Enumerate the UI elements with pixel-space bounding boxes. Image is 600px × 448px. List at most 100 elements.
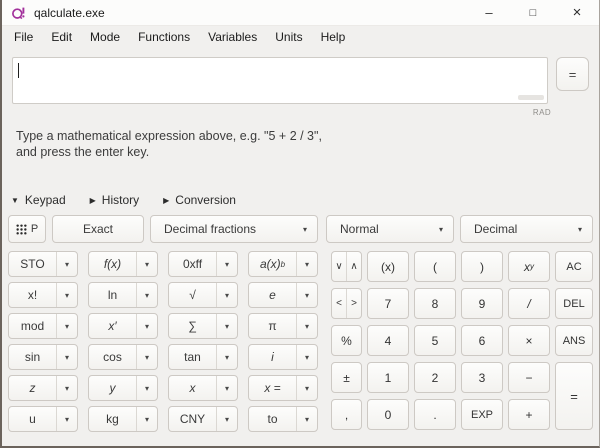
key-convert-to-menu[interactable]: ▾ [296,407,317,431]
key-ans[interactable]: ANS [555,325,593,356]
key-0[interactable]: 0 [367,399,409,430]
key-hex-base-button[interactable]: 0xff [169,252,216,276]
key-unit-u-button[interactable]: u [9,407,56,431]
key-plus[interactable]: + [508,399,550,430]
key-var-y-menu[interactable]: ▾ [136,376,157,400]
key-tan-menu[interactable]: ▾ [216,345,237,369]
key-plus-minus[interactable]: ± [331,362,362,393]
key-x-variable[interactable]: (x) [367,251,409,282]
key-var-x-button[interactable]: x [169,376,216,400]
key-8[interactable]: 8 [414,288,456,319]
key-9[interactable]: 9 [461,288,503,319]
key-var-z-button[interactable]: z [9,376,56,400]
scroll-up-button[interactable]: ∧ [346,252,361,281]
calculate-button[interactable]: = [556,57,589,91]
key-4[interactable]: 4 [367,325,409,356]
key-equals[interactable]: = [555,362,593,430]
menu-item-variables[interactable]: Variables [199,26,266,48]
display-mode-dropdown[interactable]: Normal ▾ [326,215,454,243]
key-function-menu[interactable]: ▾ [136,252,157,276]
key-var-x-menu[interactable]: ▾ [216,376,237,400]
key-exponent-fn-menu[interactable]: ▾ [296,252,317,276]
key-cos-button[interactable]: cos [89,345,136,369]
key-imaginary-button[interactable]: i [249,345,296,369]
menu-item-help[interactable]: Help [312,26,355,48]
expression-input[interactable] [12,57,548,104]
key-exponent-fn-button[interactable]: a(x)b [249,252,296,276]
key-unit-kg-button[interactable]: kg [89,407,136,431]
key-7[interactable]: 7 [367,288,409,319]
key-divide[interactable]: / [508,288,550,319]
key-close-paren[interactable]: ) [461,251,503,282]
exact-mode-button[interactable]: Exact [52,215,144,243]
tab-keypad[interactable]: ▼ Keypad [11,193,66,207]
fraction-mode-dropdown[interactable]: Decimal fractions ▾ [150,215,318,243]
key-e-button[interactable]: e [249,283,296,307]
key-unit-kg-menu[interactable]: ▾ [136,407,157,431]
scroll-down-button[interactable]: ∨ [332,252,346,281]
key-multiply[interactable]: × [508,325,550,356]
cursor-right-button[interactable]: > [346,289,361,318]
key-dot[interactable]: . [414,399,456,430]
key-function-button[interactable]: f(x) [89,252,136,276]
close-button[interactable]: × [555,0,599,25]
key-5[interactable]: 5 [414,325,456,356]
key-sin-button[interactable]: sin [9,345,56,369]
key-solve-button[interactable]: x = [249,376,296,400]
key-sum-menu[interactable]: ▾ [216,314,237,338]
key-1[interactable]: 1 [367,362,409,393]
key-var-z-menu[interactable]: ▾ [56,376,77,400]
key-convert-to-button[interactable]: to [249,407,296,431]
menu-item-functions[interactable]: Functions [129,26,199,48]
key-factorial-menu[interactable]: ▾ [56,283,77,307]
key-del[interactable]: DEL [555,288,593,319]
key-sum-button[interactable]: ∑ [169,314,216,338]
menu-item-file[interactable]: File [5,26,42,48]
key-sto-button[interactable]: STO [9,252,56,276]
key-exp[interactable]: EXP [461,399,503,430]
input-scrollbar[interactable] [518,95,544,100]
key-cos-menu[interactable]: ▾ [136,345,157,369]
key-sqrt-button[interactable]: √ [169,283,216,307]
key-open-paren[interactable]: ( [414,251,456,282]
key-unit-u-menu[interactable]: ▾ [56,407,77,431]
key-comma[interactable]: , [331,399,362,430]
programming-keypad-button[interactable]: P [8,215,46,243]
key-currency-button[interactable]: CNY [169,407,216,431]
key-derivative-button[interactable]: x′ [89,314,136,338]
maximize-button[interactable]: □ [511,0,555,25]
key-percent[interactable]: % [331,325,362,356]
key-var-y-button[interactable]: y [89,376,136,400]
menu-item-edit[interactable]: Edit [42,26,81,48]
key-sto-menu[interactable]: ▾ [56,252,77,276]
tab-conversion[interactable]: ▶ Conversion [163,193,236,207]
key-3[interactable]: 3 [461,362,503,393]
key-hex-base-menu[interactable]: ▾ [216,252,237,276]
number-base-dropdown[interactable]: Decimal ▾ [460,215,593,243]
key-tan-button[interactable]: tan [169,345,216,369]
menu-item-mode[interactable]: Mode [81,26,129,48]
key-ln-menu[interactable]: ▾ [136,283,157,307]
key-minus[interactable]: − [508,362,550,393]
key-6[interactable]: 6 [461,325,503,356]
menu-item-units[interactable]: Units [266,26,311,48]
tab-history[interactable]: ▶ History [90,193,140,207]
key-power[interactable]: xy [508,251,550,282]
key-pi-button[interactable]: π [249,314,296,338]
key-mod-menu[interactable]: ▾ [56,314,77,338]
key-ln-button[interactable]: ln [89,283,136,307]
key-solve-menu[interactable]: ▾ [296,376,317,400]
cursor-left-button[interactable]: < [332,289,346,318]
key-currency-menu[interactable]: ▾ [216,407,237,431]
key-sin-menu[interactable]: ▾ [56,345,77,369]
key-e-menu[interactable]: ▾ [296,283,317,307]
key-mod-button[interactable]: mod [9,314,56,338]
key-2[interactable]: 2 [414,362,456,393]
key-factorial-button[interactable]: x! [9,283,56,307]
key-derivative-menu[interactable]: ▾ [136,314,157,338]
key-ac[interactable]: AC [555,251,593,282]
minimize-button[interactable]: – [467,0,511,25]
key-imaginary-menu[interactable]: ▾ [296,345,317,369]
key-sqrt-menu[interactable]: ▾ [216,283,237,307]
key-pi-menu[interactable]: ▾ [296,314,317,338]
